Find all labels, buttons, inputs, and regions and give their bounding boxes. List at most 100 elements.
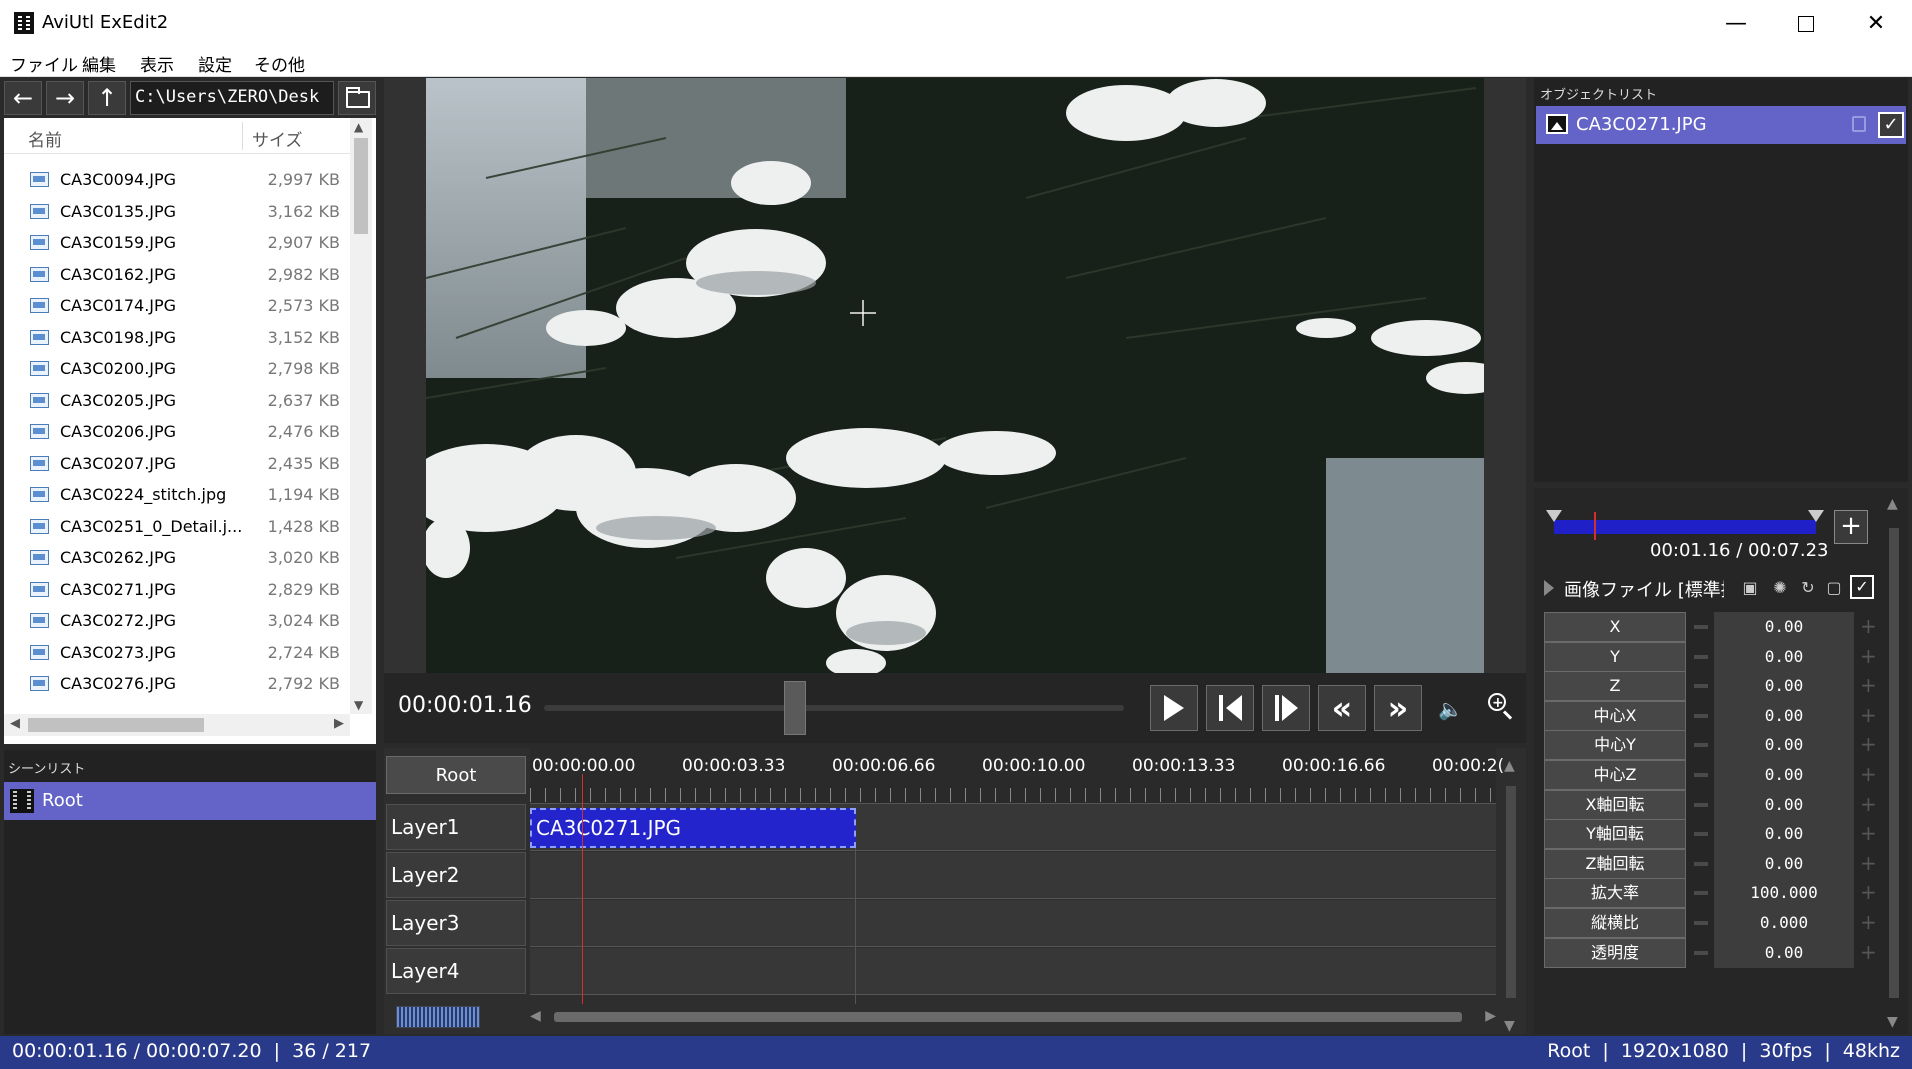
scroll-right-icon[interactable]: ▶ (1485, 1008, 1496, 1024)
file-list-vscroll[interactable]: ▲ ▼ (350, 118, 372, 714)
decrement-icon[interactable] (1694, 654, 1708, 659)
decrement-icon[interactable] (1694, 891, 1708, 896)
scroll-left-icon[interactable]: ◀ (530, 1008, 541, 1024)
scroll-thumb[interactable] (354, 138, 368, 234)
property-value[interactable]: 100.000 (1714, 878, 1854, 909)
file-row[interactable]: CA3C0206.JPG 2,476 KB (4, 416, 350, 448)
property-label-button[interactable]: Y軸回転 (1544, 819, 1686, 850)
file-row[interactable]: CA3C0276.JPG 2,792 KB (4, 668, 350, 700)
file-row[interactable]: CA3C0200.JPG 2,798 KB (4, 353, 350, 385)
seek-thumb[interactable] (784, 681, 806, 735)
property-value[interactable]: 0.00 (1714, 730, 1854, 761)
effect-enable-checkbox[interactable]: ✓ (1850, 575, 1874, 599)
property-label-button[interactable]: 縦横比 (1544, 908, 1686, 938)
increment-icon[interactable]: + (1860, 646, 1877, 666)
decrement-icon[interactable] (1694, 713, 1708, 718)
track-layer-2[interactable] (530, 852, 1496, 899)
time-ruler[interactable]: 00:00:00.00 00:00:03.33 00:00:06.66 00:0… (530, 748, 1504, 804)
scroll-up-icon[interactable]: ▲ (354, 120, 363, 134)
layer-label-3[interactable]: Layer3 (386, 900, 526, 946)
forward-button[interactable]: → (46, 81, 84, 115)
property-label-button[interactable]: 中心X (1544, 700, 1686, 731)
property-value[interactable]: 0.00 (1714, 789, 1854, 820)
increment-icon[interactable]: + (1860, 853, 1877, 873)
menu-file[interactable]: ファイル (10, 51, 78, 76)
layer-label-2[interactable]: Layer2 (386, 852, 526, 898)
timeline-zoom-meter[interactable] (396, 1006, 480, 1028)
property-value[interactable]: 0.00 (1714, 760, 1854, 790)
file-row[interactable]: CA3C0205.JPG 2,637 KB (4, 385, 350, 417)
file-row[interactable]: CA3C0224_stitch.jpg 1,194 KB (4, 479, 350, 511)
scroll-down-icon[interactable]: ▼ (1504, 1018, 1515, 1034)
track-layer-3[interactable] (530, 900, 1496, 947)
property-label-button[interactable]: 透明度 (1544, 937, 1686, 968)
menu-view[interactable]: 表示 (140, 51, 174, 76)
menu-other[interactable]: その他 (254, 51, 305, 76)
file-row[interactable]: CA3C0135.JPG 3,162 KB (4, 196, 350, 228)
decrement-icon[interactable] (1694, 832, 1708, 837)
timeline-vscroll-thumb[interactable] (1506, 786, 1516, 998)
file-row[interactable]: CA3C0272.JPG 3,024 KB (4, 605, 350, 637)
decrement-icon[interactable] (1694, 921, 1708, 925)
menu-settings[interactable]: 設定 (198, 51, 232, 76)
column-size[interactable]: サイズ (252, 126, 303, 151)
volume-icon[interactable]: 🔈 (1438, 697, 1463, 721)
file-row[interactable]: CA3C0207.JPG 2,435 KB (4, 448, 350, 480)
fast-forward-button[interactable]: » (1374, 685, 1422, 731)
property-value[interactable]: 0.000 (1714, 908, 1854, 938)
expand-triangle-icon[interactable] (1544, 580, 1554, 596)
property-value[interactable]: 0.00 (1714, 937, 1854, 968)
next-frame-button[interactable] (1262, 685, 1310, 731)
decrement-icon[interactable] (1694, 773, 1708, 777)
back-button[interactable]: ← (4, 81, 42, 115)
decrement-icon[interactable] (1694, 743, 1708, 748)
maximize-button[interactable] (1771, 0, 1841, 47)
decrement-icon[interactable] (1694, 684, 1708, 689)
scroll-down-icon[interactable]: ▼ (1887, 1014, 1898, 1030)
scroll-up-icon[interactable]: ▲ (1504, 758, 1515, 774)
property-label-button[interactable]: 拡大率 (1544, 878, 1686, 909)
zoom-in-icon[interactable]: + (1484, 689, 1520, 725)
decrement-icon[interactable] (1694, 950, 1708, 955)
properties-vscroll[interactable]: ▲ ▼ (1884, 496, 1904, 1030)
file-row[interactable]: CA3C0262.JPG 3,020 KB (4, 542, 350, 574)
layer-label-4[interactable]: Layer4 (386, 948, 526, 994)
menu-edit[interactable]: 編集 (82, 51, 116, 76)
property-label-button[interactable]: Y (1544, 641, 1686, 672)
property-value[interactable]: 0.00 (1714, 819, 1854, 850)
preview-image[interactable] (426, 78, 1484, 673)
file-row[interactable]: CA3C0273.JPG 2,724 KB (4, 637, 350, 669)
play-button[interactable] (1150, 685, 1198, 731)
increment-icon[interactable]: + (1860, 942, 1877, 962)
timeline-clip[interactable]: CA3C0271.JPG (530, 808, 856, 848)
range-start-marker-icon[interactable] (1546, 510, 1562, 522)
increment-icon[interactable]: + (1860, 882, 1877, 902)
increment-icon[interactable]: + (1860, 734, 1877, 754)
file-row[interactable]: CA3C0271.JPG 2,829 KB (4, 574, 350, 606)
file-list-hscroll[interactable]: ◀ ▶ (4, 714, 350, 736)
scroll-down-icon[interactable]: ▼ (354, 698, 363, 712)
up-button[interactable]: ↑ (88, 81, 126, 115)
open-folder-button[interactable] (338, 81, 376, 115)
property-label-button[interactable]: 中心Z (1544, 760, 1686, 790)
file-row[interactable]: CA3C0159.JPG 2,907 KB (4, 227, 350, 259)
scroll-right-icon[interactable]: ▶ (334, 716, 344, 731)
file-row[interactable]: CA3C0174.JPG 2,573 KB (4, 290, 350, 322)
increment-icon[interactable]: + (1860, 764, 1877, 784)
decrement-icon[interactable] (1694, 625, 1708, 629)
seek-bar[interactable] (544, 705, 1124, 711)
property-value[interactable]: 0.00 (1714, 612, 1854, 642)
minimize-button[interactable]: — (1701, 0, 1771, 47)
file-row[interactable]: CA3C0094.JPG 2,997 KB (4, 164, 350, 196)
properties-vscroll-thumb[interactable] (1889, 528, 1899, 998)
file-row[interactable]: CA3C0162.JPG 2,982 KB (4, 259, 350, 291)
range-end-marker-icon[interactable] (1808, 510, 1824, 522)
column-name[interactable]: 名前 (28, 126, 62, 151)
property-value[interactable]: 0.00 (1714, 671, 1854, 702)
hscroll-thumb[interactable] (28, 718, 204, 732)
prev-frame-button[interactable] (1206, 685, 1254, 731)
add-keyframe-button[interactable]: + (1834, 510, 1868, 544)
increment-icon[interactable]: + (1860, 705, 1877, 725)
scene-root-button[interactable]: Root (386, 756, 526, 794)
layer-label-1[interactable]: Layer1 (386, 804, 526, 850)
